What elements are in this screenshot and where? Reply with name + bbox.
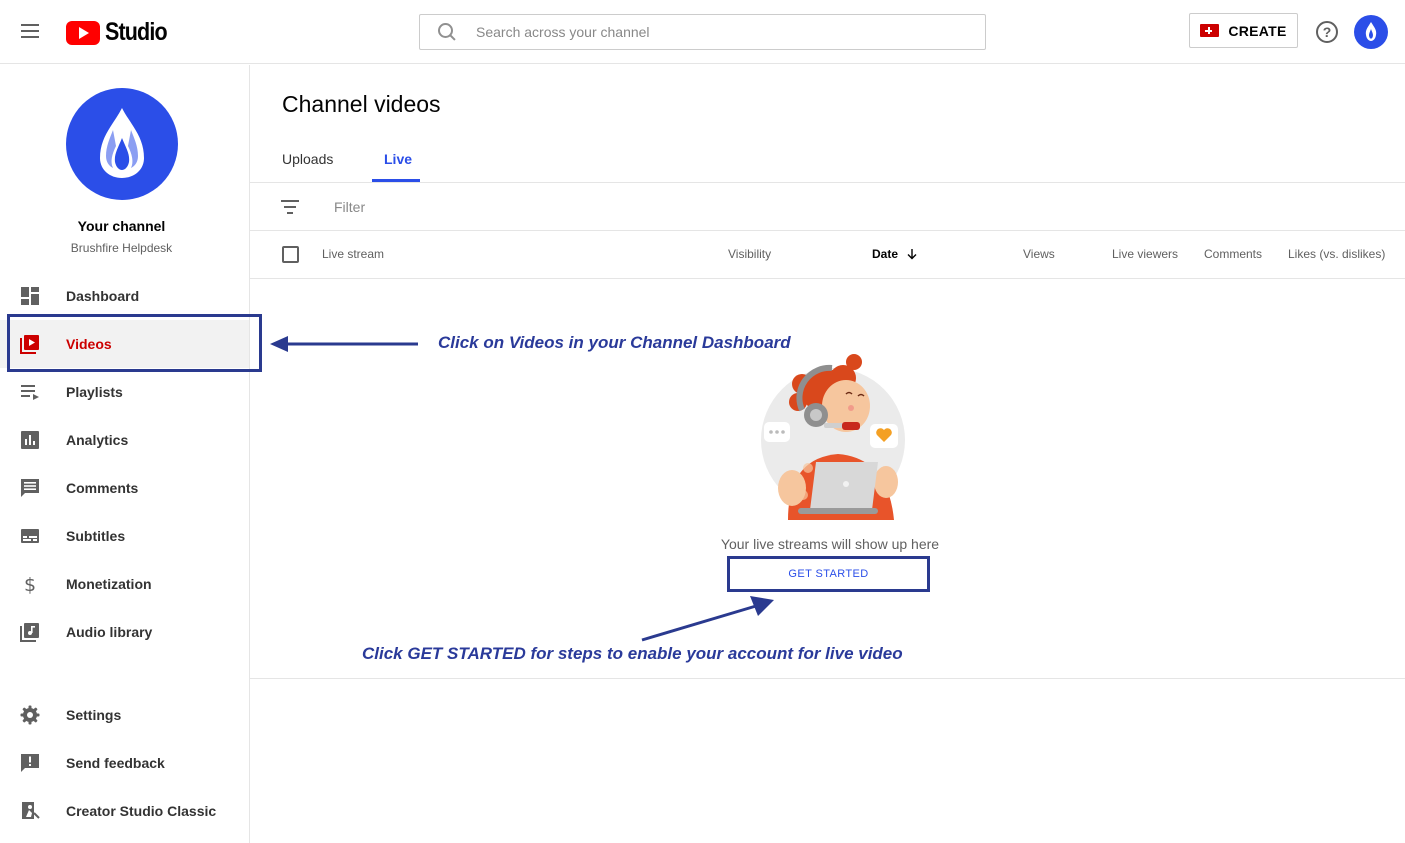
sidebar-item-label: Creator Studio Classic <box>66 803 217 819</box>
sidebar-item-label: Dashboard <box>66 288 140 304</box>
get-started-button[interactable]: GET STARTED <box>727 556 930 592</box>
sidebar-item-analytics[interactable]: Analytics <box>0 416 249 464</box>
sidebar-item-monetization[interactable]: $ Monetization <box>0 560 249 608</box>
sidebar-item-settings[interactable]: Settings <box>0 691 249 739</box>
dollar-icon: $ <box>24 574 36 594</box>
get-started-label: GET STARTED <box>788 568 869 580</box>
live-stream-illustration <box>761 354 905 520</box>
annotation-arrow-left-icon <box>270 336 418 352</box>
select-all-checkbox[interactable] <box>282 246 299 263</box>
svg-text:$: $ <box>24 574 36 594</box>
column-header-date-label: Date <box>872 247 899 261</box>
column-header-comments: Comments <box>1204 247 1263 261</box>
divider <box>250 182 1405 183</box>
search-input[interactable] <box>476 24 956 40</box>
audio-library-icon <box>20 623 39 642</box>
filter-input[interactable]: Filter <box>334 199 365 215</box>
videos-highlight-box <box>7 314 262 372</box>
sidebar-item-label: Send feedback <box>66 755 165 771</box>
gear-icon <box>20 705 40 725</box>
playlists-icon <box>21 385 39 400</box>
sidebar-item-dashboard[interactable]: Dashboard <box>0 272 249 320</box>
studio-logo[interactable]: Studio <box>66 18 177 47</box>
annotation-arrow-up-icon <box>641 596 774 642</box>
column-header-views: Views <box>1023 247 1055 261</box>
sidebar-item-label: Subtitles <box>66 528 126 544</box>
classic-studio-icon <box>22 802 40 819</box>
top-header: Studio CREATE ? <box>0 0 1405 64</box>
logo-text: Studio <box>105 18 168 46</box>
help-icon[interactable]: ? <box>1316 21 1338 43</box>
arrow-down-icon <box>907 249 917 260</box>
column-header-visibility: Visibility <box>728 247 772 261</box>
divider <box>250 278 1405 279</box>
sidebar-item-creator-studio-classic[interactable]: Creator Studio Classic <box>0 787 249 835</box>
empty-state-message: Your live streams will show up here <box>720 536 940 552</box>
divider <box>250 678 1405 679</box>
column-header-date[interactable]: Date <box>872 247 918 261</box>
sidebar-item-comments[interactable]: Comments <box>0 464 249 512</box>
annotation-get-started-hint: Click GET STARTED for steps to enable yo… <box>362 644 903 663</box>
column-header-likes: Likes (vs. dislikes) <box>1288 247 1386 261</box>
dashboard-icon <box>21 287 39 305</box>
channel-title: Your channel <box>77 218 166 234</box>
channel-name: Brushfire Helpdesk <box>70 241 173 255</box>
tab-live[interactable]: Live <box>384 151 412 167</box>
sidebar: Your channel Brushfire Helpdesk Dashboar… <box>0 65 250 843</box>
annotation-videos-hint: Click on Videos in your Channel Dashboar… <box>438 333 791 352</box>
feedback-icon <box>21 754 39 772</box>
flame-logo-icon <box>100 108 144 178</box>
channel-avatar[interactable] <box>66 88 178 200</box>
hamburger-menu-icon[interactable] <box>18 20 42 44</box>
flame-icon <box>1365 22 1377 41</box>
column-header-live-stream: Live stream <box>322 247 385 261</box>
sidebar-item-subtitles[interactable]: Subtitles <box>0 512 249 560</box>
subtitles-icon <box>21 529 39 543</box>
create-label: CREATE <box>1228 22 1287 39</box>
sidebar-item-audio-library[interactable]: Audio library <box>0 608 249 656</box>
divider <box>250 230 1405 231</box>
account-avatar[interactable] <box>1354 15 1388 49</box>
column-header-live-viewers: Live viewers <box>1112 247 1179 261</box>
sidebar-item-send-feedback[interactable]: Send feedback <box>0 739 249 787</box>
create-button[interactable]: CREATE <box>1189 13 1298 48</box>
tab-uploads[interactable]: Uploads <box>282 151 333 167</box>
search-bar[interactable] <box>419 14 986 50</box>
sidebar-item-label: Comments <box>66 480 139 496</box>
analytics-icon <box>21 431 39 449</box>
page-title: Channel videos <box>282 91 441 117</box>
sidebar-item-label: Settings <box>66 707 122 723</box>
sidebar-item-label: Playlists <box>66 384 123 400</box>
create-video-icon <box>1200 24 1220 37</box>
sidebar-item-label: Analytics <box>66 432 129 448</box>
sidebar-item-playlists[interactable]: Playlists <box>0 368 249 416</box>
filter-icon[interactable] <box>281 200 299 214</box>
sidebar-item-label: Audio library <box>66 624 153 640</box>
comments-icon <box>21 479 39 497</box>
youtube-play-icon <box>66 20 100 45</box>
search-icon[interactable] <box>437 22 457 42</box>
sidebar-item-label: Monetization <box>66 576 152 592</box>
